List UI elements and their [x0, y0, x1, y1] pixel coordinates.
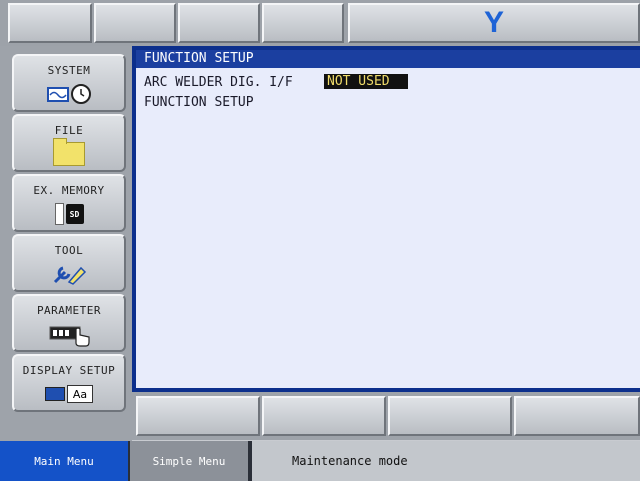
arc-welder-label: ARC WELDER DIG. I/F [144, 75, 293, 90]
function-bar [132, 392, 640, 440]
sidebar-item-label: TOOL [54, 244, 84, 257]
sidebar-item-label: SYSTEM [47, 64, 91, 77]
sidebar: SYSTEM FILE EX. MEMORY SD TOOL PARAMETER… [0, 46, 132, 441]
sidebar-item-parameter[interactable]: PARAMETER [12, 294, 126, 352]
top-button-4[interactable] [262, 3, 344, 43]
sidebar-item-label: PARAMETER [36, 304, 102, 317]
function-button-3[interactable] [388, 396, 512, 436]
folder-icon [53, 138, 85, 167]
sd-card-icon: SD [54, 201, 84, 227]
function-button-1[interactable] [136, 396, 260, 436]
sidebar-item-label: FILE [54, 124, 84, 137]
page-title: FUNCTION SETUP [136, 50, 640, 68]
function-setup-item[interactable]: FUNCTION SETUP [144, 94, 254, 112]
tool-icon [49, 261, 89, 287]
sidebar-item-display-setup[interactable]: DISPLAY SETUP Aa [12, 354, 126, 412]
arc-welder-value[interactable]: NOT USED [324, 74, 408, 89]
parameter-icon [46, 321, 92, 347]
function-button-2[interactable] [262, 396, 386, 436]
top-button-2[interactable] [94, 3, 176, 43]
mode-indicator: Maintenance mode [252, 441, 640, 481]
top-button-3[interactable] [178, 3, 260, 43]
status-bar: Main Menu Simple Menu Maintenance mode [0, 441, 640, 481]
sidebar-item-tool[interactable]: TOOL [12, 234, 126, 292]
sidebar-item-label: EX. MEMORY [33, 184, 105, 197]
sidebar-item-ex-memory[interactable]: EX. MEMORY SD [12, 174, 126, 232]
main-menu-button[interactable]: Main Menu [0, 441, 128, 481]
brand-logo: Y [483, 6, 504, 39]
sidebar-item-label: DISPLAY SETUP [22, 364, 116, 377]
sidebar-item-file[interactable]: FILE [12, 114, 126, 172]
main-panel: FUNCTION SETUP ARC WELDER DIG. I/F NOT U… [136, 50, 640, 388]
simple-menu-button[interactable]: Simple Menu [130, 441, 248, 481]
logo-area: Y [348, 3, 640, 43]
clock-icon [47, 81, 91, 107]
function-button-4[interactable] [514, 396, 640, 436]
sidebar-item-system[interactable]: SYSTEM [12, 54, 126, 112]
main-panel-frame: FUNCTION SETUP ARC WELDER DIG. I/F NOT U… [132, 46, 640, 392]
top-bar: Y [0, 0, 640, 46]
top-button-1[interactable] [8, 3, 92, 43]
display-setup-icon: Aa [45, 381, 93, 407]
